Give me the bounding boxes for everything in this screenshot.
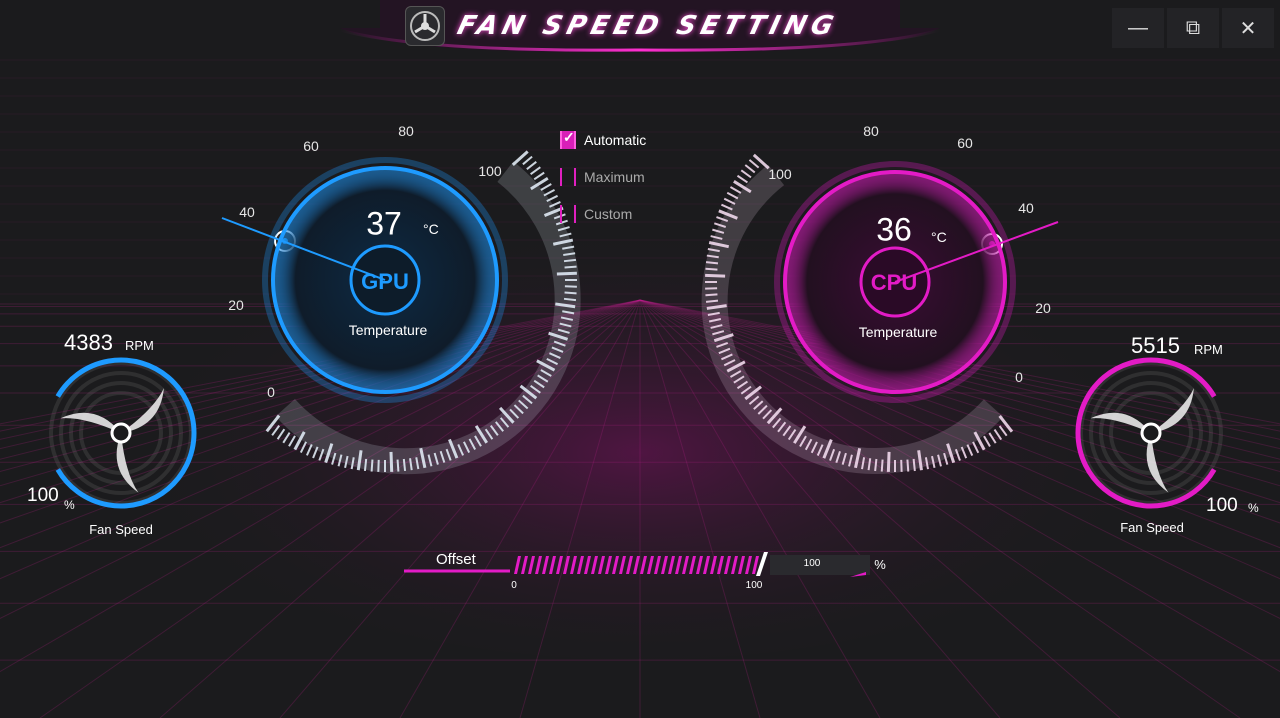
cpu-scale-80: 80	[863, 123, 879, 139]
gauge-tick	[736, 174, 748, 184]
mode-maximum[interactable]: Maximum	[560, 166, 645, 188]
gpu-scale-60: 60	[303, 138, 319, 154]
cpu-scale-60: 60	[957, 135, 973, 151]
cpu-scale-100: 100	[768, 166, 792, 182]
offset-slider[interactable]	[510, 552, 772, 576]
gpu-temperature-value: 37	[366, 205, 402, 242]
minimize-button[interactable]: —	[1112, 8, 1164, 48]
close-button[interactable]: ✕	[1222, 8, 1274, 48]
offset-unit: %	[874, 557, 886, 572]
cpu-chip-label: CPU	[870, 270, 918, 295]
fan-hub-icon	[1140, 422, 1162, 444]
maximum-checkbox[interactable]	[560, 168, 576, 186]
cpu-scale-40: 40	[1018, 200, 1034, 216]
cpu-scale-0: 0	[1015, 369, 1023, 385]
gauge-tick	[740, 169, 752, 179]
gpu-scale-20: 20	[228, 297, 244, 313]
gpu-fan-speed-unit: %	[64, 498, 75, 512]
cpu-fan-label: Fan Speed	[1120, 520, 1184, 535]
cpu-fan-rpm: 5515	[1131, 333, 1180, 358]
cpu-temperature-value: 36	[876, 211, 912, 248]
gpu-fan-rpm-unit: RPM	[125, 338, 154, 353]
window-title: Fan Speed Setting	[454, 11, 842, 41]
mode-automatic-label: Automatic	[584, 132, 647, 148]
gpu-chip-label: GPU	[361, 269, 409, 294]
gauge-tick	[522, 155, 533, 166]
gpu-scale-0: 0	[267, 384, 275, 400]
close-icon: ✕	[1239, 17, 1257, 40]
gpu-fan-speed: 100	[27, 485, 59, 506]
gpu-temperature-label: Temperature	[348, 322, 428, 338]
gauge-tick	[540, 183, 552, 191]
maximize-icon: ⧉	[1185, 16, 1201, 39]
automatic-checkbox[interactable]	[560, 129, 576, 149]
mode-automatic[interactable]: Automatic	[560, 129, 646, 151]
maximize-button[interactable]: ⧉	[1167, 8, 1219, 48]
mode-custom-label: Custom	[584, 206, 633, 222]
cpu-fan-speed: 100	[1206, 495, 1238, 516]
gpu-scale-80: 80	[398, 123, 414, 139]
offset-min-label: 0	[511, 580, 517, 591]
mode-maximum-label: Maximum	[584, 169, 645, 185]
gpu-temperature-unit: °C	[423, 221, 439, 237]
fan-hub-icon	[110, 422, 132, 444]
gpu-fan-rpm: 4383	[64, 330, 113, 355]
gauge-tick	[744, 164, 756, 174]
custom-checkbox[interactable]	[560, 205, 576, 223]
gpu-fan-label: Fan Speed	[89, 522, 153, 537]
background-grid	[0, 0, 1280, 718]
gauge-tick	[533, 171, 545, 181]
minimize-icon: —	[1128, 16, 1148, 39]
cpu-temperature-label: Temperature	[858, 324, 938, 340]
cpu-fan-speed-unit: %	[1248, 501, 1259, 515]
gpu-scale-100: 100	[478, 163, 502, 179]
gauge-tick	[729, 186, 742, 194]
offset-value-input[interactable]: 100	[804, 558, 821, 569]
offset-label: Offset	[436, 551, 476, 568]
gauge-tick	[748, 159, 760, 169]
mode-custom[interactable]: Custom	[560, 203, 632, 225]
cpu-fan-rpm-unit: RPM	[1194, 342, 1223, 357]
fan-app-icon	[405, 6, 445, 46]
gpu-scale-40: 40	[239, 204, 255, 220]
cpu-temperature-unit: °C	[931, 229, 947, 245]
offset-max-label: 100	[745, 580, 763, 591]
cpu-scale-20: 20	[1035, 300, 1051, 316]
